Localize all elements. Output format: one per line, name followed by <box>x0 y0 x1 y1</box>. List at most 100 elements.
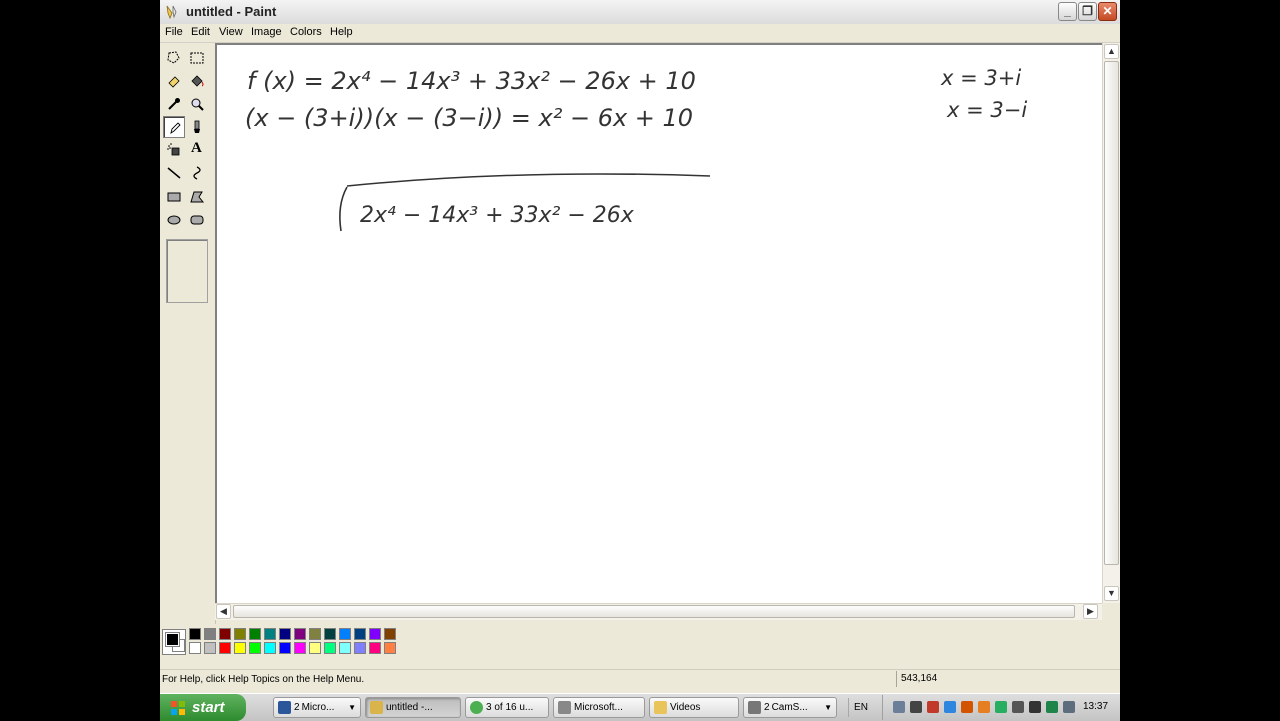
scroll-right-icon[interactable]: ▶ <box>1083 604 1098 619</box>
color-swatch[interactable] <box>279 642 291 654</box>
safely-remove-icon[interactable] <box>995 701 1007 713</box>
cursor-coordinates: 543,164 <box>896 671 1006 687</box>
scroll-left-icon[interactable]: ◀ <box>216 604 231 619</box>
clock-sync-icon[interactable] <box>1012 701 1024 713</box>
tools-icon[interactable] <box>1063 701 1075 713</box>
color-swatch[interactable] <box>354 628 366 640</box>
start-button[interactable]: start <box>160 694 246 721</box>
tool-fill-with-color[interactable] <box>186 70 208 92</box>
language-indicator[interactable]: EN <box>848 698 873 717</box>
chrome-icon <box>470 701 483 714</box>
window-title: untitled - Paint <box>186 4 277 19</box>
rectangle-icon <box>167 192 181 202</box>
taskbar-button[interactable]: 2 CamS... ▼ <box>743 697 837 718</box>
menu-help[interactable]: Help <box>330 26 353 38</box>
color-swatch[interactable] <box>204 642 216 654</box>
paint-window: untitled - Paint _ ❐ ✕ File Edit View Im… <box>160 0 1120 720</box>
color-swatch[interactable] <box>264 628 276 640</box>
color-swatch[interactable] <box>219 642 231 654</box>
tool-brush[interactable] <box>186 116 208 138</box>
color-swatch[interactable] <box>354 642 366 654</box>
menu-image[interactable]: Image <box>251 26 282 38</box>
root-two: x = 3−i <box>946 98 1027 122</box>
tool-pencil[interactable] <box>163 116 185 138</box>
maximize-button[interactable]: ❐ <box>1078 2 1097 21</box>
horizontal-scroll-thumb[interactable] <box>233 605 1075 618</box>
toolbox: A <box>160 43 216 631</box>
paint-app-icon <box>166 5 177 20</box>
taskbar-button[interactable]: untitled -... <box>365 697 461 718</box>
color-swatch[interactable] <box>309 642 321 654</box>
tool-pick-color[interactable] <box>163 93 185 115</box>
bucket-icon <box>191 75 204 87</box>
horizontal-scrollbar[interactable]: ◀ ▶ <box>215 603 1102 620</box>
antivirus-icon[interactable] <box>978 701 990 713</box>
tool-text[interactable]: A <box>186 139 208 161</box>
color-swatch[interactable] <box>189 628 201 640</box>
color-swatch[interactable] <box>309 628 321 640</box>
task-count: 2 <box>764 702 770 713</box>
color-swatch[interactable] <box>249 642 261 654</box>
minimize-button[interactable]: _ <box>1058 2 1077 21</box>
color-swatch[interactable] <box>324 642 336 654</box>
messenger-icon[interactable] <box>944 701 956 713</box>
menu-file[interactable]: File <box>165 26 183 38</box>
vertical-scroll-thumb[interactable] <box>1104 61 1119 565</box>
tool-airbrush[interactable] <box>163 139 185 161</box>
tool-options-panel[interactable] <box>166 239 208 303</box>
title-bar[interactable]: untitled - Paint _ ❐ ✕ <box>160 0 1120 25</box>
color-swatch[interactable] <box>294 642 306 654</box>
color-swatch[interactable] <box>249 628 261 640</box>
tool-rounded-rectangle[interactable] <box>186 209 208 231</box>
scroll-up-icon[interactable]: ▲ <box>1104 44 1119 59</box>
update-icon[interactable] <box>961 701 973 713</box>
color-swatch[interactable] <box>369 628 381 640</box>
start-label: start <box>192 699 225 716</box>
current-colors[interactable] <box>162 629 186 655</box>
tool-rectangle[interactable] <box>163 186 185 208</box>
color-swatch[interactable] <box>234 642 246 654</box>
tool-curve[interactable] <box>186 162 208 184</box>
menu-edit[interactable]: Edit <box>191 26 210 38</box>
drawing-canvas[interactable]: f (x) = 2x⁴ − 14x³ + 33x² − 26x + 10 (x … <box>217 45 1102 603</box>
scroll-down-icon[interactable]: ▼ <box>1104 586 1119 601</box>
curve-icon <box>193 166 201 180</box>
tool-ellipse[interactable] <box>163 209 185 231</box>
color-swatch[interactable] <box>384 628 396 640</box>
search-icon[interactable] <box>1029 701 1041 713</box>
tool-polygon[interactable] <box>186 186 208 208</box>
color-swatch[interactable] <box>264 642 276 654</box>
security-icon[interactable] <box>927 701 939 713</box>
status-help-text: For Help, click Help Topics on the Help … <box>162 674 365 685</box>
color-swatch[interactable] <box>294 628 306 640</box>
menu-colors[interactable]: Colors <box>290 26 322 38</box>
color-swatch[interactable] <box>324 628 336 640</box>
vertical-scrollbar[interactable]: ▲ ▼ <box>1102 43 1120 603</box>
color-swatch[interactable] <box>369 642 381 654</box>
close-button[interactable]: ✕ <box>1098 2 1117 21</box>
color-swatch[interactable] <box>234 628 246 640</box>
tool-line[interactable] <box>163 162 185 184</box>
tool-select[interactable] <box>186 47 208 69</box>
tool-eraser[interactable] <box>163 70 185 92</box>
task-count: 2 <box>294 702 300 713</box>
tool-magnifier[interactable] <box>186 93 208 115</box>
color-swatch[interactable] <box>339 642 351 654</box>
network-icon[interactable] <box>893 701 905 713</box>
task-label: Videos <box>670 702 701 713</box>
taskbar-button[interactable]: Videos <box>649 697 739 718</box>
taskbar-button[interactable]: 3 of 16 u... <box>465 697 549 718</box>
color-swatch[interactable] <box>384 642 396 654</box>
checkmark-icon[interactable] <box>1046 701 1058 713</box>
taskbar-button[interactable]: 2 Micro... ▼ <box>273 697 361 718</box>
color-swatch[interactable] <box>219 628 231 640</box>
color-swatch[interactable] <box>189 642 201 654</box>
clock[interactable]: 13:37 <box>1083 701 1108 712</box>
volume-icon[interactable] <box>910 701 922 713</box>
menu-view[interactable]: View <box>219 26 243 38</box>
taskbar-button[interactable]: Microsoft... <box>553 697 645 718</box>
color-swatch[interactable] <box>204 628 216 640</box>
color-swatch[interactable] <box>339 628 351 640</box>
color-swatch[interactable] <box>279 628 291 640</box>
tool-free-form-select[interactable] <box>163 47 185 69</box>
